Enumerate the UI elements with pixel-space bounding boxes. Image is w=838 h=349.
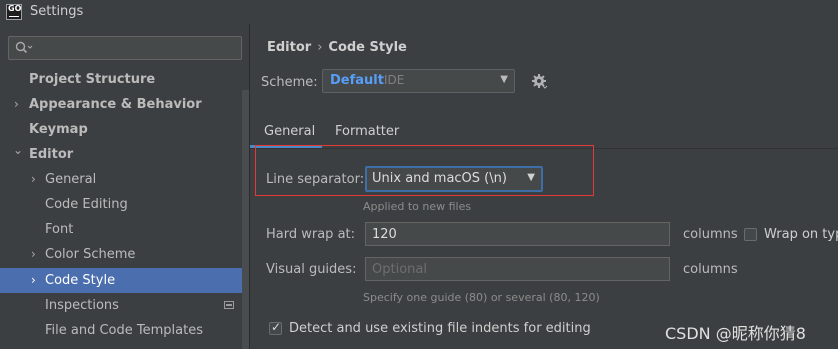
line-separator-value: Unix and macOS (\n) [372,171,507,186]
tree-item-label: Code Style [45,273,116,288]
tab-formatter[interactable]: Formatter [335,124,399,139]
tree-item-code-style[interactable]: › Code Style [0,268,250,293]
tree-item-label: General [45,172,97,187]
tree-item-label: Inspections [45,298,119,313]
tree-item-label: File and Code Templates [45,323,203,338]
tree-item-color-scheme[interactable]: › Color Scheme [0,242,250,267]
detect-indents-label: Detect and use existing file indents for… [289,321,591,336]
tree-item-appearance-behavior[interactable]: › Appearance & Behavior [0,92,250,117]
breadcrumb-code-style: Code Style [328,40,407,55]
tree-item-inspections[interactable]: Inspections [0,293,250,318]
project-scope-icon [224,301,234,309]
gear-icon[interactable] [531,73,549,91]
tree-item-label: Appearance & Behavior [29,97,202,112]
tree-item-label: Keymap [29,122,88,137]
tree-item-general[interactable]: › General [0,167,250,192]
scheme-scope: IDE [384,73,405,87]
window-title: Settings [30,4,84,19]
scheme-label: Scheme: [261,75,318,90]
chevron-right-icon[interactable]: › [31,242,43,267]
visual-guides-field[interactable] [365,257,670,281]
tree-item-file-code-templates[interactable]: File and Code Templates [0,318,250,343]
search-icon [15,41,33,54]
hard-wrap-input[interactable] [372,225,652,243]
tree-item-label: Project Structure [29,72,156,87]
breadcrumb: Editor › Code Style [267,40,407,55]
line-separator-dropdown[interactable]: Unix and macOS (\n) ▼ [365,166,543,192]
breadcrumb-separator: › [317,40,323,55]
code-style-tabs: General Formatter [250,120,838,148]
csdn-watermark: CSDN @昵称你猜8 [665,324,806,343]
line-separator-label: Line separator: [266,172,365,187]
visual-guides-label: Visual guides: [266,262,357,277]
scheme-name: Default [330,73,384,88]
visual-guides-note: Specify one guide (80) or several (80, 1… [363,291,600,304]
hard-wrap-field[interactable] [365,222,670,246]
search-input[interactable] [37,39,241,59]
tree-item-label: Editor [29,147,74,162]
settings-content-pane: Editor › Code Style Scheme: Default IDE ▼ … [250,24,838,349]
dropdown-arrow-icon: ▼ [500,74,508,85]
detect-indents-checkbox[interactable]: ✓ [269,320,282,335]
visual-guides-unit: columns [683,262,738,277]
checkmark-icon: ✓ [271,320,282,334]
tree-item-label: Font [45,222,74,237]
hard-wrap-label: Hard wrap at: [266,227,356,242]
title-bar: GO Settings [0,0,838,24]
navigation-scrollbar[interactable] [242,90,249,349]
dropdown-arrow-icon: ▼ [527,172,535,183]
chevron-down-icon[interactable]: ⌄ [13,138,25,163]
tree-item-label: Color Scheme [45,247,136,262]
tab-general[interactable]: General [264,124,315,139]
scheme-dropdown[interactable]: Default IDE ▼ [322,69,515,93]
wrap-on-typing-checkbox[interactable] [744,228,757,241]
chevron-right-icon[interactable]: › [14,92,26,117]
goland-app-icon: GO [6,4,22,20]
chevron-right-icon[interactable]: › [31,268,43,293]
chevron-right-icon[interactable]: › [31,167,43,192]
tree-item-project-structure[interactable]: Project Structure [0,67,250,92]
tree-item-code-editing[interactable]: Code Editing [0,192,250,217]
line-separator-note: Applied to new files [363,200,472,213]
wrap-on-typing-label: Wrap on typ [764,227,838,242]
visual-guides-input[interactable] [372,260,652,278]
tree-item-keymap[interactable]: Keymap [0,117,250,142]
breadcrumb-editor[interactable]: Editor [267,40,311,55]
tree-item-label: Code Editing [45,197,128,212]
hard-wrap-unit: columns [683,227,738,242]
tree-item-editor[interactable]: ⌄ Editor [0,142,250,167]
tree-item-font[interactable]: Font [0,217,250,242]
settings-search-box[interactable] [8,36,242,60]
settings-navigation-pane: Project Structure › Appearance & Behavio… [0,24,250,349]
